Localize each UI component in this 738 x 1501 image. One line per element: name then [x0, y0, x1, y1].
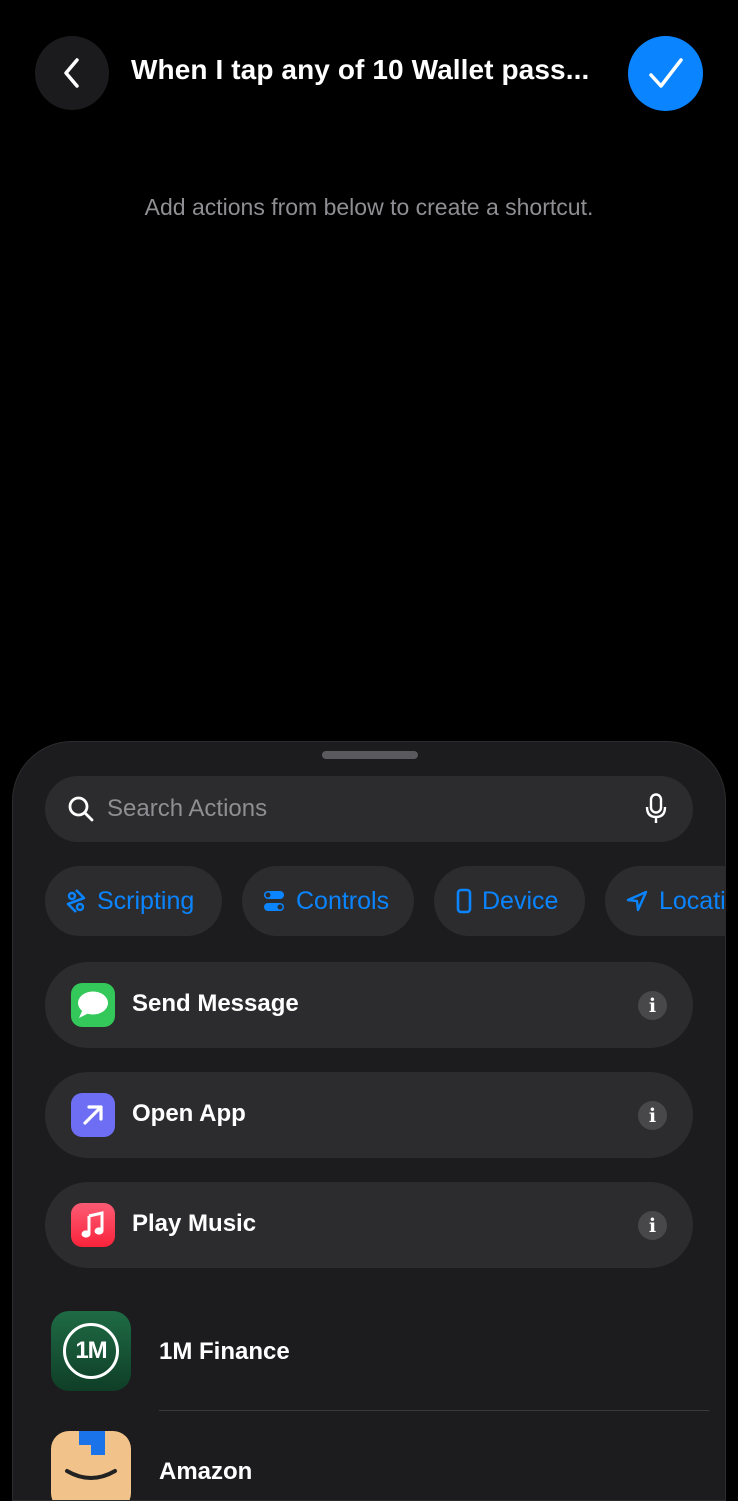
- actions-sheet: Search Actions Scripting Controls Device…: [12, 741, 726, 1501]
- app-name: Amazon: [159, 1458, 253, 1485]
- app-row-amazon[interactable]: Amazon: [13, 1430, 725, 1500]
- category-label: Controls: [296, 886, 390, 915]
- empty-state-hint: Add actions from below to create a short…: [144, 194, 594, 220]
- app-name: 1M Finance: [159, 1338, 290, 1365]
- search-actions-field[interactable]: Search Actions: [45, 776, 693, 842]
- category-chip-controls[interactable]: Controls: [242, 866, 414, 936]
- info-icon[interactable]: i: [638, 1211, 667, 1240]
- category-label: Device: [482, 886, 559, 915]
- action-row-open-app[interactable]: Open App i: [45, 1072, 693, 1158]
- microphone-icon[interactable]: [645, 793, 667, 825]
- category-chip-scripting[interactable]: Scripting: [45, 866, 222, 936]
- done-button[interactable]: [628, 36, 703, 111]
- action-label: Open App: [132, 1100, 246, 1127]
- list-divider: [159, 1410, 709, 1411]
- app-row-1m-finance[interactable]: 1M 1M Finance: [13, 1310, 725, 1392]
- chevron-left-icon: [64, 58, 79, 88]
- search-placeholder: Search Actions: [107, 795, 268, 822]
- info-icon[interactable]: i: [638, 991, 667, 1020]
- sheet-grabber[interactable]: [322, 751, 418, 759]
- scripting-icon: [66, 889, 86, 913]
- category-chip-location[interactable]: Locati: [605, 866, 726, 936]
- open-app-arrow-icon: [71, 1093, 115, 1137]
- music-note-icon: [71, 1203, 115, 1247]
- shortcut-title[interactable]: When I tap any of 10 Wallet pass...: [131, 54, 611, 86]
- info-icon[interactable]: i: [638, 1101, 667, 1130]
- action-label: Send Message: [132, 990, 299, 1017]
- device-phone-icon: [456, 888, 472, 914]
- checkmark-icon: [648, 57, 683, 88]
- action-row-play-music[interactable]: Play Music i: [45, 1182, 693, 1268]
- 1m-finance-logo: 1M: [51, 1311, 131, 1391]
- category-label: Locati: [659, 886, 726, 915]
- action-label: Play Music: [132, 1210, 257, 1237]
- search-icon: [68, 796, 94, 822]
- category-chips: Scripting Controls Device Locati: [45, 866, 726, 936]
- location-arrow-icon: [626, 890, 648, 912]
- action-row-send-message[interactable]: Send Message i: [45, 962, 693, 1048]
- amazon-logo: [51, 1431, 131, 1500]
- controls-toggle-icon: [264, 891, 284, 911]
- category-label: Scripting: [97, 886, 195, 915]
- category-chip-device[interactable]: Device: [434, 866, 585, 936]
- back-button[interactable]: [35, 36, 109, 110]
- messages-app-icon: [71, 983, 115, 1027]
